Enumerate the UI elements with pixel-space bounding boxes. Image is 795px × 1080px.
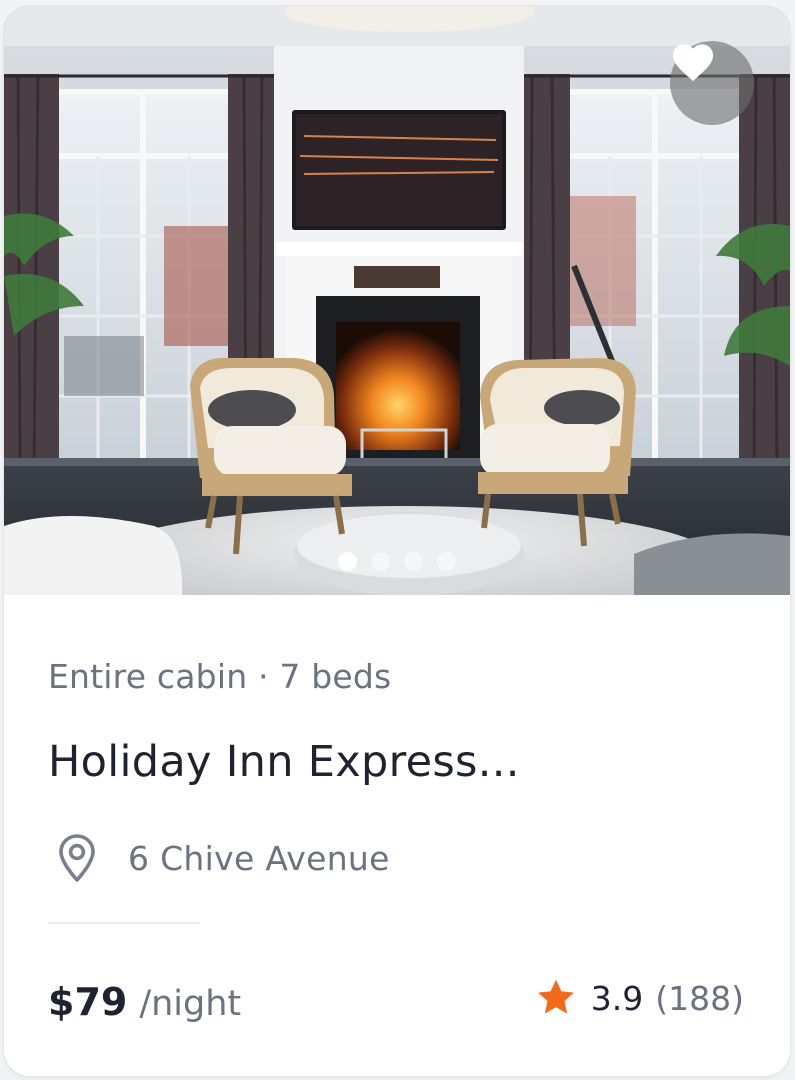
listing-type: Entire cabin · 7 beds: [48, 657, 392, 696]
carousel-dot-1[interactable]: [338, 552, 357, 571]
rating-value: 3.9: [590, 978, 644, 1018]
carousel-dot-2[interactable]: [371, 552, 390, 571]
image-carousel-dots: [4, 552, 790, 571]
listing-title[interactable]: Holiday Inn Express...: [48, 737, 520, 787]
listing-card[interactable]: Entire cabin · 7 beds Holiday Inn Expres…: [4, 6, 790, 1076]
star-icon: [537, 979, 574, 1014]
carousel-dot-3[interactable]: [404, 552, 423, 571]
listing-photo[interactable]: [4, 6, 790, 595]
map-pin-icon: [59, 834, 95, 882]
address-row: 6 Chive Avenue: [48, 832, 390, 884]
rating-row: 3.9 (188): [535, 978, 744, 1018]
price-value: $79: [48, 980, 128, 1024]
listing-address: 6 Chive Avenue: [128, 838, 390, 878]
price-unit: /night: [139, 984, 242, 1024]
review-count: (188): [655, 978, 744, 1018]
price-row: $79 /night: [48, 980, 241, 1024]
heart-icon: [672, 44, 714, 82]
carousel-dot-4[interactable]: [437, 552, 456, 571]
listing-details: Entire cabin · 7 beds Holiday Inn Expres…: [4, 595, 790, 1076]
favorite-button[interactable]: [670, 41, 754, 125]
divider: [48, 922, 200, 924]
